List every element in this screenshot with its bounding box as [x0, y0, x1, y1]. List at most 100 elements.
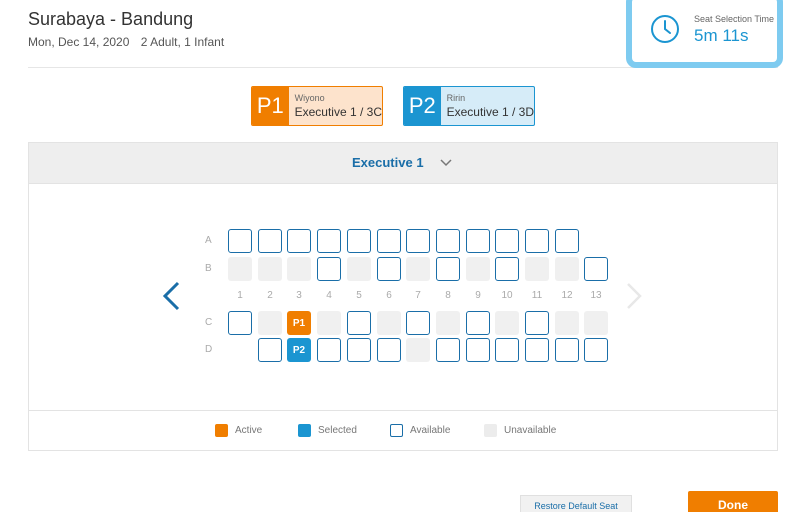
seat-5a-available[interactable]: [347, 229, 371, 253]
seat-8a-available[interactable]: [436, 229, 460, 253]
seat-10c-unavailable: [495, 311, 519, 335]
legend-label: Selected: [318, 425, 357, 436]
legend-label: Active: [235, 425, 263, 436]
passenger-name: Ririn: [446, 93, 466, 103]
seat-9c-available[interactable]: [466, 311, 490, 335]
legend-divider: [29, 410, 777, 411]
passenger-seat: Executive 1 / 3C: [294, 105, 382, 119]
coach-selector[interactable]: Executive 1: [29, 143, 777, 184]
seat-13b-available[interactable]: [584, 257, 608, 281]
coach-name: Executive 1: [352, 155, 424, 170]
seat-13d-available[interactable]: [584, 338, 608, 362]
legend-available: Available: [390, 424, 450, 437]
legend-swatch-active: [215, 424, 228, 437]
legend-swatch-selected: [298, 424, 311, 437]
route-title: Surabaya - Bandung: [28, 9, 194, 29]
seat-9d-available[interactable]: [466, 338, 490, 362]
seat-10b-available[interactable]: [495, 257, 519, 281]
seat-4c-unavailable: [317, 311, 341, 335]
seat-5c-available[interactable]: [347, 311, 371, 335]
column-label-3: 3: [296, 290, 302, 301]
seat-1c-available[interactable]: [228, 311, 252, 335]
done-button[interactable]: Done: [688, 491, 778, 512]
legend-label: Unavailable: [504, 425, 557, 436]
seat-2b-unavailable: [258, 257, 282, 281]
seat-3c-active[interactable]: P1: [287, 311, 311, 335]
seat-7d-unavailable: [406, 338, 430, 362]
seat-6d-available[interactable]: [377, 338, 401, 362]
seat-11d-available[interactable]: [525, 338, 549, 362]
seat-12d-available[interactable]: [555, 338, 579, 362]
passenger-name: Wiyono: [294, 93, 325, 103]
column-label-12: 12: [561, 290, 573, 301]
legend-swatch-available: [390, 424, 403, 437]
column-label-7: 7: [415, 290, 421, 301]
seat-7a-available[interactable]: [406, 229, 430, 253]
row-label-b: B: [205, 263, 212, 274]
seat-1a-available[interactable]: [228, 229, 252, 253]
trip-details: Mon, Dec 14, 2020 2 Adult, 1 Infant: [28, 35, 232, 49]
passenger-card-p1[interactable]: P1 Wiyono Executive 1 / 3C: [251, 86, 383, 126]
seat-9b-unavailable: [466, 257, 490, 281]
legend-label: Available: [410, 425, 451, 436]
seat-9a-available[interactable]: [466, 229, 490, 253]
seat-4b-available[interactable]: [317, 257, 341, 281]
previous-coach-arrow-icon[interactable]: [160, 280, 182, 312]
seat-7b-unavailable: [406, 257, 430, 281]
next-coach-arrow-icon[interactable]: [624, 281, 644, 311]
seat-10d-available[interactable]: [495, 338, 519, 362]
seat-12b-unavailable: [555, 257, 579, 281]
legend-active: Active: [215, 424, 262, 437]
column-label-10: 10: [501, 290, 513, 301]
legend-unavailable: Unavailable: [484, 424, 556, 437]
trip-date: Mon, Dec 14, 2020: [28, 35, 130, 49]
legend-selected: Selected: [298, 424, 357, 437]
seat-13c-unavailable: [584, 311, 608, 335]
row-label-a: A: [205, 235, 212, 246]
seat-map-panel: Executive 1: [28, 142, 778, 451]
seat-6c-unavailable: [377, 311, 401, 335]
column-label-8: 8: [445, 290, 451, 301]
passenger-seat: Executive 1 / 3D: [446, 105, 534, 119]
seat-11b-unavailable: [525, 257, 549, 281]
seat-10a-available[interactable]: [495, 229, 519, 253]
seat-8c-unavailable: [436, 311, 460, 335]
column-label-1: 1: [237, 290, 243, 301]
seat-8d-available[interactable]: [436, 338, 460, 362]
seat-2c-unavailable: [258, 311, 282, 335]
seat-3b-unavailable: [287, 257, 311, 281]
seat-3a-available[interactable]: [287, 229, 311, 253]
seat-6a-available[interactable]: [377, 229, 401, 253]
seat-5b-unavailable: [347, 257, 371, 281]
seat-6b-available[interactable]: [377, 257, 401, 281]
seat-8b-available[interactable]: [436, 257, 460, 281]
column-label-11: 11: [531, 290, 543, 301]
column-label-9: 9: [475, 290, 481, 301]
seat-4d-available[interactable]: [317, 338, 341, 362]
passenger-card-p2[interactable]: P2 Ririn Executive 1 / 3D: [403, 86, 535, 126]
seat-2a-available[interactable]: [258, 229, 282, 253]
passenger-code: P2: [404, 87, 441, 125]
passenger-code: P1: [252, 87, 289, 125]
restore-default-seat-button[interactable]: Restore Default Seat: [520, 495, 632, 512]
chevron-down-icon: [440, 159, 452, 167]
row-label-c: C: [205, 317, 213, 328]
seat-1b-unavailable: [228, 257, 252, 281]
seat-7c-available[interactable]: [406, 311, 430, 335]
seat-3d-selected[interactable]: P2: [287, 338, 311, 362]
seat-12a-available[interactable]: [555, 229, 579, 253]
seat-12c-unavailable: [555, 311, 579, 335]
column-label-2: 2: [267, 290, 273, 301]
timer-highlight-outline: [626, 0, 783, 68]
legend-swatch-unavailable: [484, 424, 497, 437]
column-label-5: 5: [356, 290, 362, 301]
seat-5d-available[interactable]: [347, 338, 371, 362]
seat-2d-available[interactable]: [258, 338, 282, 362]
seat-4a-available[interactable]: [317, 229, 341, 253]
trip-passengers: 2 Adult, 1 Infant: [140, 35, 225, 49]
column-label-6: 6: [386, 290, 392, 301]
seat-11c-available[interactable]: [525, 311, 549, 335]
column-label-4: 4: [326, 290, 332, 301]
seat-11a-available[interactable]: [525, 229, 549, 253]
column-label-13: 13: [590, 290, 602, 301]
